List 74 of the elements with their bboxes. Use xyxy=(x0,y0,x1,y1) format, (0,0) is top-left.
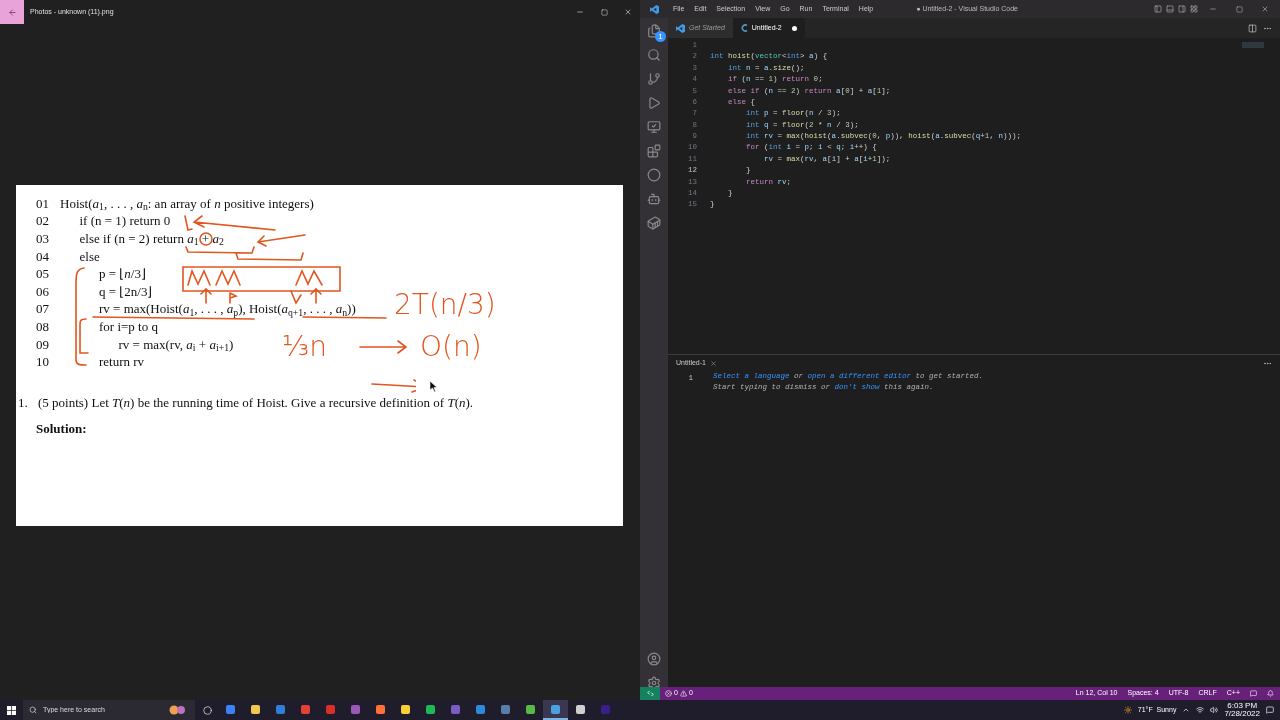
pseudocode-line: Hoist(a$_{1}$, . . . , a$_{n}$: an array of n positive integers) xyxy=(60,196,314,210)
layout-toggle-icon[interactable] xyxy=(1178,5,1186,13)
handwritten-note: 2T(n/3) xyxy=(394,290,496,319)
error-icon xyxy=(665,690,672,697)
line-number: 05 xyxy=(36,267,50,281)
pseudocode-line: p = ⌊n/3⌋ xyxy=(99,267,146,281)
files-icon[interactable] xyxy=(647,24,661,38)
pseudocode-line: rv = max(Hoist(a$_{1}$, . . . , a$_{p}$), Hoist(a$_{q+1}$, . . . , a$_{n}$)) xyxy=(99,302,356,316)
bell-icon[interactable] xyxy=(1267,690,1274,697)
back-arrow-icon xyxy=(7,7,17,17)
cortana-icon[interactable] xyxy=(203,705,212,715)
question-number: 1. xyxy=(18,394,29,413)
line-number: 07 xyxy=(36,302,50,316)
line-number: 03 xyxy=(36,232,50,245)
robot-icon[interactable] xyxy=(647,192,661,206)
layout-toggle-icon[interactable] xyxy=(1154,5,1162,13)
pseudocode-line: else xyxy=(79,249,100,263)
pseudocode-line: rv = max(rv, a$_{i}$ + a$_{i+1}$) xyxy=(118,337,234,351)
remote-button[interactable] xyxy=(640,687,660,700)
pseudocode-line: if (n = 1) return 0 xyxy=(79,214,171,228)
minimap xyxy=(1242,42,1264,48)
weather-icon xyxy=(1123,706,1132,714)
taskbar-app[interactable] xyxy=(543,700,568,720)
extensions-icon[interactable] xyxy=(647,144,661,158)
volume-icon[interactable] xyxy=(1210,706,1219,714)
question-text: (5 points) Let T(n) be the running time of Hoist. Give a recursive definition of T(n). xyxy=(38,394,474,413)
close-icon[interactable] xyxy=(709,359,717,367)
search-highlight-icon xyxy=(169,705,187,715)
clock-time: 6:03 PM xyxy=(1227,702,1258,710)
line-number: 04 xyxy=(36,249,50,263)
line-number: 08 xyxy=(36,319,50,333)
source-control-icon[interactable] xyxy=(647,72,661,86)
line-number: 06 xyxy=(36,284,50,298)
line-number: 01 xyxy=(36,196,50,210)
pseudocode-line: return rv xyxy=(99,355,145,369)
remote-explorer-icon[interactable] xyxy=(647,120,661,134)
close-icon xyxy=(624,8,632,16)
minimize-icon xyxy=(576,8,584,16)
remote-icon xyxy=(646,690,654,697)
handwritten-note: O(n) xyxy=(420,332,482,361)
search-icon xyxy=(29,706,37,714)
pseudocode-line: for i=p to q xyxy=(99,319,158,333)
mouse-pointer-icon xyxy=(430,380,438,392)
container-icon[interactable] xyxy=(647,216,661,230)
windows-logo-icon[interactable] xyxy=(7,705,16,715)
pseudocode-line: q = ⌊2n/3⌋ xyxy=(99,284,153,298)
network-icon[interactable] xyxy=(1196,706,1205,714)
maximize-icon xyxy=(1235,5,1243,13)
minimize-icon xyxy=(1209,5,1217,13)
feedback-icon[interactable] xyxy=(1250,690,1257,697)
circle-icon[interactable] xyxy=(647,168,661,182)
split-editor-icon[interactable] xyxy=(1248,23,1257,33)
handwritten-note: ⅓n xyxy=(282,332,327,361)
solution-label: Solution: xyxy=(36,419,87,438)
close-icon xyxy=(1261,5,1269,13)
app-logo-icon xyxy=(649,4,659,14)
pseudocode-line: else if (n = 2) return a$_{1}$ + a$_{2}$ xyxy=(79,232,224,245)
tray-chevron-icon[interactable] xyxy=(1182,706,1191,714)
search-icon[interactable] xyxy=(647,48,661,62)
clock-date: 7/28/2022 xyxy=(1224,710,1260,718)
account-icon[interactable] xyxy=(647,652,661,666)
layout-toggle-icon[interactable] xyxy=(1190,5,1198,13)
notification-badge: 1 xyxy=(655,31,666,42)
warning-icon xyxy=(679,690,687,697)
maximize-icon xyxy=(600,8,608,16)
line-number: 10 xyxy=(36,355,50,369)
notifications-icon[interactable] xyxy=(1266,706,1274,714)
settings-icon[interactable] xyxy=(647,676,661,690)
line-number: 09 xyxy=(36,337,50,351)
file-type-icon xyxy=(740,24,748,32)
layout-toggle-icon[interactable] xyxy=(1166,5,1174,13)
run-icon[interactable] xyxy=(647,96,661,110)
app-logo-icon xyxy=(676,23,685,33)
line-number: 02 xyxy=(36,214,50,228)
